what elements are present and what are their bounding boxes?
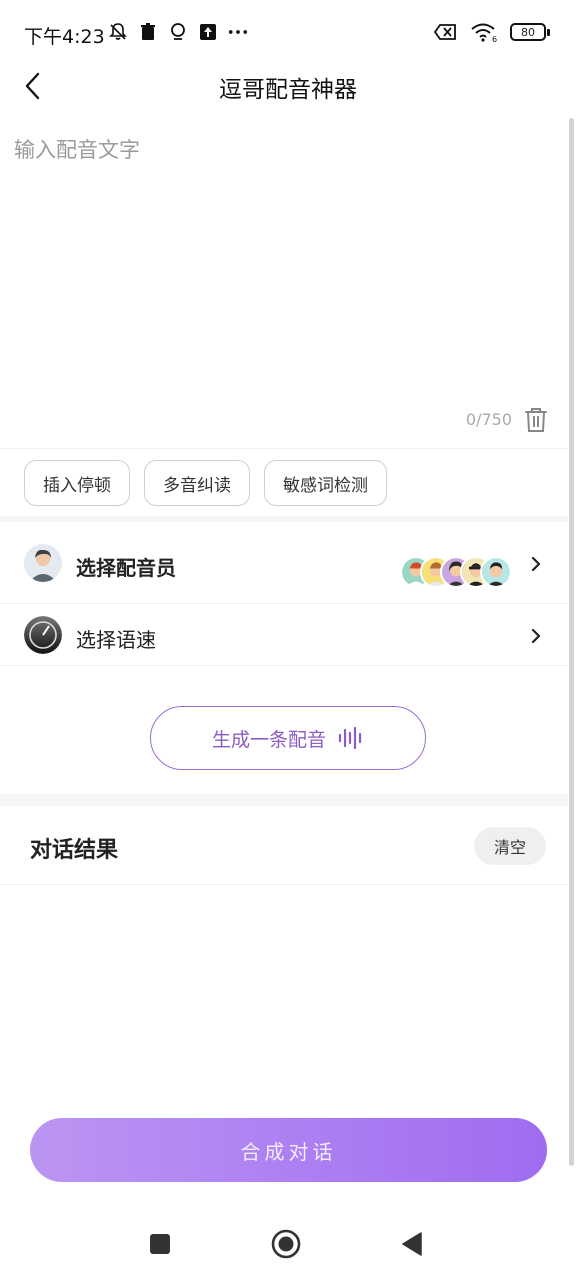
status-bar: 下午4:23 6 80: [0, 0, 576, 64]
mute-bell-icon: [108, 22, 128, 42]
clear-results-button[interactable]: 清空: [474, 827, 546, 865]
app-header: 逗哥配音神器: [0, 64, 576, 108]
home-circle-icon: [271, 1229, 301, 1259]
sound-wave-icon: [338, 727, 362, 749]
scrollbar[interactable]: [569, 118, 574, 1166]
char-counter: 0/750: [465, 410, 512, 429]
insert-pause-button[interactable]: 插入停顿: [24, 460, 130, 506]
divider: [0, 884, 568, 885]
home-button[interactable]: [270, 1228, 302, 1260]
voice-text-input[interactable]: [14, 134, 554, 384]
upload-icon: [198, 22, 218, 42]
back-nav-button[interactable]: [396, 1228, 428, 1260]
select-voice-actor-row[interactable]: 选择配音员: [0, 532, 568, 596]
text-editor-area: 0/750: [0, 126, 568, 446]
status-icons-left: [108, 22, 248, 42]
generate-voice-label: 生成一条配音: [211, 728, 326, 751]
section-gap: [0, 794, 568, 806]
voice-actor-label: 选择配音员: [76, 556, 176, 580]
status-time: 下午4:23: [24, 26, 105, 48]
wifi-icon: 6: [470, 22, 498, 42]
system-nav-bar: [0, 1210, 576, 1280]
sensitive-word-check-button[interactable]: 敏感词检测: [264, 460, 387, 506]
trash-icon: [525, 408, 547, 432]
sim-off-icon: [434, 22, 458, 42]
clear-text-button[interactable]: [522, 406, 550, 434]
page-title: 逗哥配音神器: [219, 77, 357, 103]
select-speed-row[interactable]: 选择语速: [0, 604, 568, 668]
voice-actor-avatar: [24, 544, 62, 582]
voice-actor-avatars: [400, 556, 512, 588]
svg-text:6: 6: [492, 35, 497, 42]
results-title: 对话结果: [30, 838, 119, 863]
speed-label: 选择语速: [76, 628, 156, 652]
trash-status-icon: [138, 22, 158, 42]
synthesize-dialogue-button[interactable]: 合成对话: [30, 1118, 547, 1182]
generate-voice-button[interactable]: 生成一条配音: [150, 706, 426, 770]
polyphone-correct-button[interactable]: 多音纠读: [144, 460, 250, 506]
location-icon: [168, 22, 188, 42]
triangle-back-icon: [402, 1232, 422, 1256]
actor-avatar-icon: [480, 556, 512, 588]
square-icon: [150, 1234, 170, 1254]
tool-row: 插入停顿 多音纠读 敏感词检测: [24, 460, 387, 506]
recents-button[interactable]: [144, 1228, 176, 1260]
divider: [0, 665, 568, 666]
battery-indicator: 80: [510, 23, 550, 41]
section-gap: [0, 516, 568, 522]
chevron-right-icon: [528, 554, 544, 574]
more-dots-icon: [228, 22, 248, 42]
divider: [0, 448, 568, 449]
chevron-right-icon: [528, 626, 544, 646]
status-icons-right: 6 80: [434, 22, 550, 42]
speedometer-icon: [24, 616, 62, 654]
